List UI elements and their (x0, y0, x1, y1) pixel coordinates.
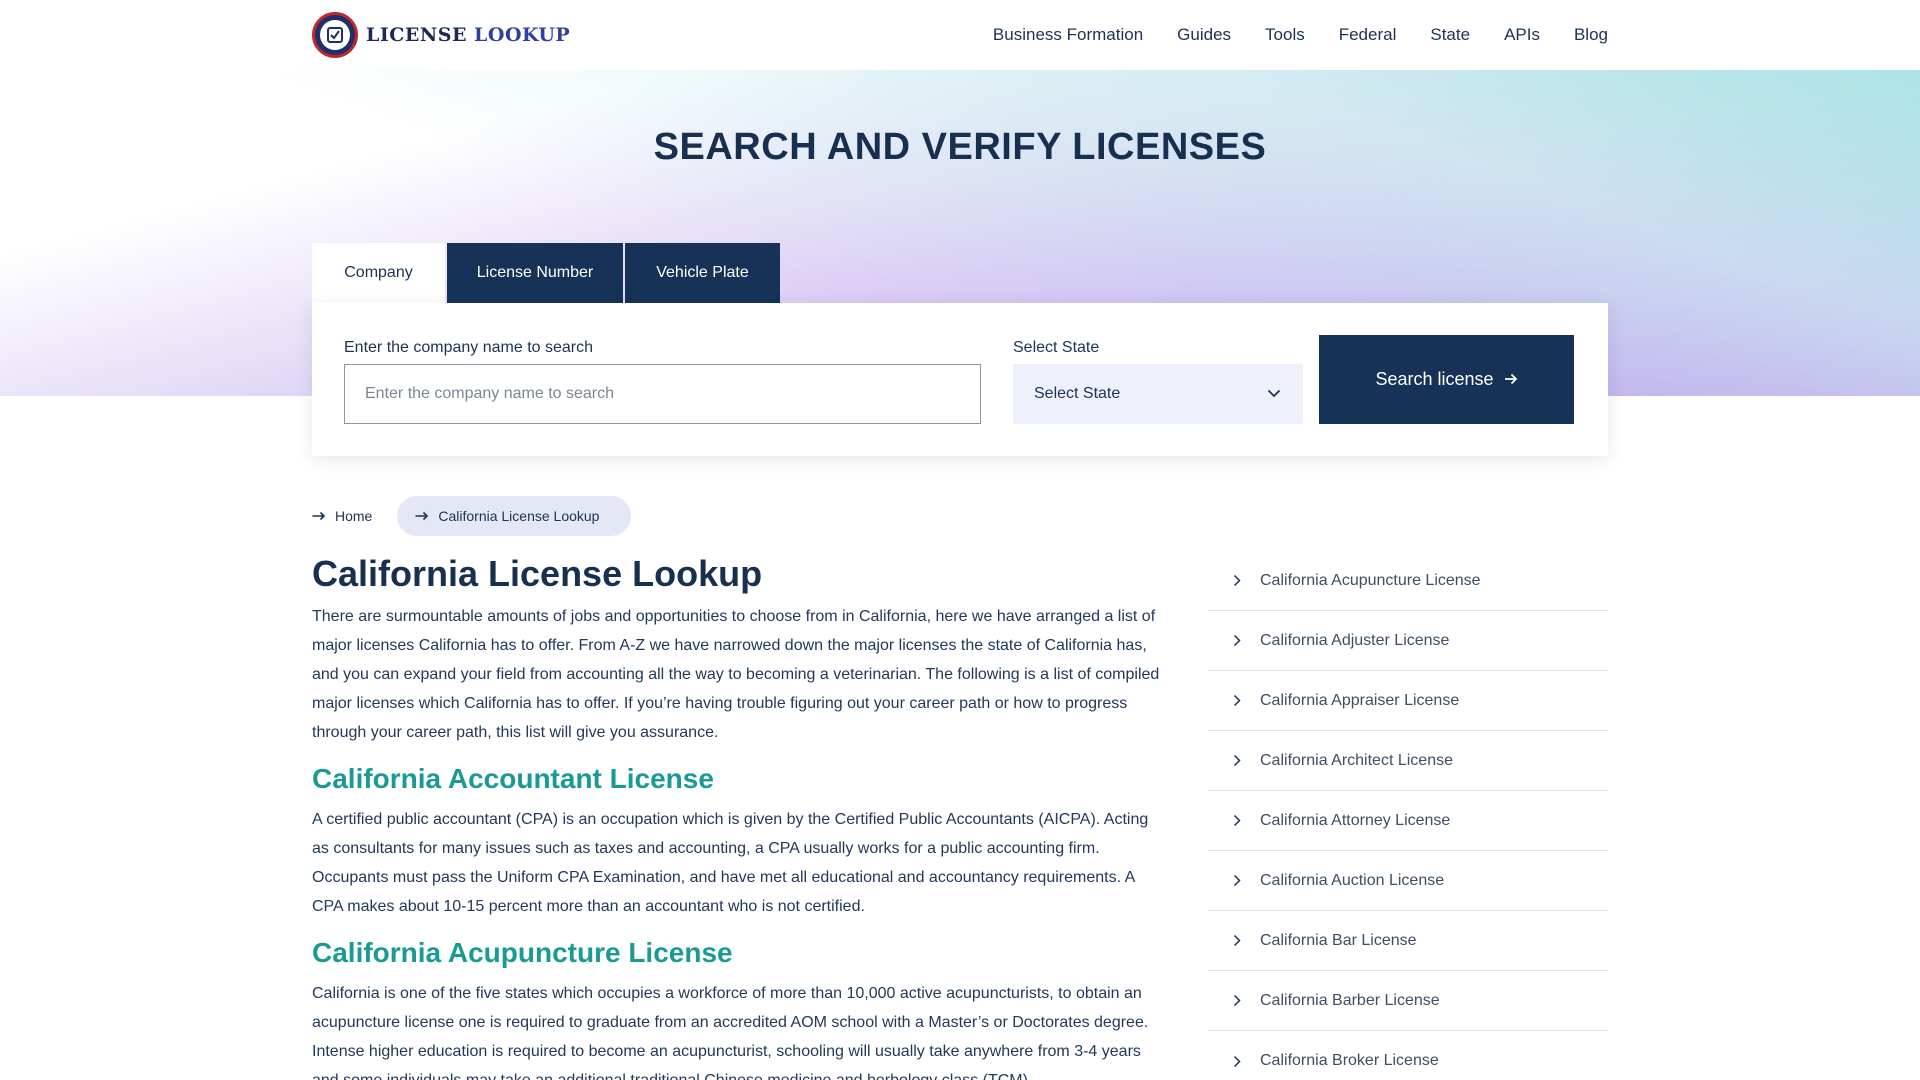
nav-guides[interactable]: Guides (1177, 25, 1231, 45)
arrow-right-icon (1504, 369, 1518, 390)
page-title: California License Lookup (312, 553, 763, 594)
nav-apis[interactable]: APIs (1504, 25, 1540, 45)
section-text-acupuncture: California is one of the five states whi… (312, 985, 1149, 1080)
sidebar-item-adjuster[interactable]: California Adjuster License (1208, 611, 1608, 671)
chevron-right-icon (1230, 994, 1244, 1008)
nav-tools[interactable]: Tools (1265, 25, 1305, 45)
state-select-value: Select State (1034, 385, 1121, 402)
sidebar-item-label: California Barber License (1260, 991, 1440, 1009)
nav-federal[interactable]: Federal (1339, 25, 1397, 45)
breadcrumb-home-label: Home (335, 508, 373, 524)
chevron-right-icon (1230, 874, 1244, 888)
arrow-right-icon (312, 508, 326, 524)
hero-title: SEARCH AND VERIFY LICENSES (653, 126, 1267, 168)
main-content: California License Lookup There are surm… (312, 550, 1168, 1080)
chevron-right-icon (1230, 574, 1244, 588)
nav-blog[interactable]: Blog (1574, 25, 1608, 45)
site-header: LICENSE LOOKUP Business Formation Guides… (0, 0, 1920, 70)
sidebar-item-auction[interactable]: California Auction License (1208, 851, 1608, 911)
search-button-label: Search license (1375, 369, 1494, 389)
sidebar-item-acupuncture[interactable]: California Acupuncture License (1208, 551, 1608, 611)
sidebar-item-label: California Adjuster License (1260, 631, 1450, 649)
search-panel: Enter the company name to search Select … (312, 303, 1608, 456)
sidebar-item-bar[interactable]: California Bar License (1208, 911, 1608, 971)
breadcrumb-current[interactable]: California License Lookup (397, 496, 632, 536)
chevron-right-icon (1230, 814, 1244, 828)
sidebar-item-label: California Acupuncture License (1260, 571, 1481, 589)
chevron-right-icon (1230, 1054, 1244, 1068)
sidebar-item-label: California Appraiser License (1260, 691, 1460, 709)
logo-word-license: LICENSE (366, 24, 467, 46)
main-nav: Business Formation Guides Tools Federal … (993, 0, 1608, 70)
section-heading-accountant: California Accountant License (312, 763, 714, 794)
sidebar-item-label: California Broker License (1260, 1052, 1439, 1069)
logo-text: LICENSE LOOKUP (366, 24, 570, 46)
section-heading-acupuncture: California Acupuncture License (312, 937, 733, 968)
state-select[interactable]: Select State (1013, 364, 1303, 424)
tab-company[interactable]: Company (312, 243, 445, 303)
intro-paragraph: There are surmountable amounts of jobs a… (312, 608, 1160, 741)
sidebar-item-label: California Auction License (1260, 871, 1445, 889)
sidebar-item-attorney[interactable]: California Attorney License (1208, 791, 1608, 851)
company-name-label: Enter the company name to search (344, 339, 594, 356)
breadcrumb-current-label: California License Lookup (438, 508, 600, 524)
sidebar-item-label: California Architect License (1260, 751, 1453, 769)
search-license-button[interactable]: Search license (1319, 335, 1574, 424)
chevron-right-icon (1230, 634, 1244, 648)
search-tabs: Company License Number Vehicle Plate (312, 243, 780, 303)
state-select-label: Select State (1013, 339, 1100, 356)
sidebar-item-appraiser[interactable]: California Appraiser License (1208, 671, 1608, 731)
section-text-accountant: A certified public accountant (CPA) is a… (312, 811, 1149, 915)
chevron-right-icon (1230, 694, 1244, 708)
sidebar-item-label: California Attorney License (1260, 811, 1451, 829)
nav-business-formation[interactable]: Business Formation (993, 25, 1143, 45)
sidebar-item-architect[interactable]: California Architect License (1208, 731, 1608, 791)
sidebar-item-barber[interactable]: California Barber License (1208, 971, 1608, 1031)
site-logo[interactable]: LICENSE LOOKUP (312, 12, 570, 58)
tab-vehicle-plate[interactable]: Vehicle Plate (625, 243, 780, 303)
chevron-right-icon (1230, 934, 1244, 948)
logo-word-lookup: LOOKUP (474, 24, 571, 46)
sidebar-item-broker[interactable]: California Broker License (1208, 1031, 1608, 1080)
chevron-down-icon (1267, 385, 1281, 403)
breadcrumb: Home California License Lookup (312, 496, 632, 536)
nav-state[interactable]: State (1430, 25, 1470, 45)
license-sidebar: California Acupuncture License Californi… (1208, 551, 1608, 1080)
company-name-input[interactable] (344, 364, 981, 424)
chevron-right-icon (1230, 754, 1244, 768)
tab-license-number[interactable]: License Number (447, 243, 623, 303)
breadcrumb-home[interactable]: Home (312, 508, 372, 524)
arrow-right-icon (415, 508, 429, 524)
sidebar-item-label: California Bar License (1260, 931, 1417, 949)
shield-check-badge-icon (312, 12, 358, 58)
